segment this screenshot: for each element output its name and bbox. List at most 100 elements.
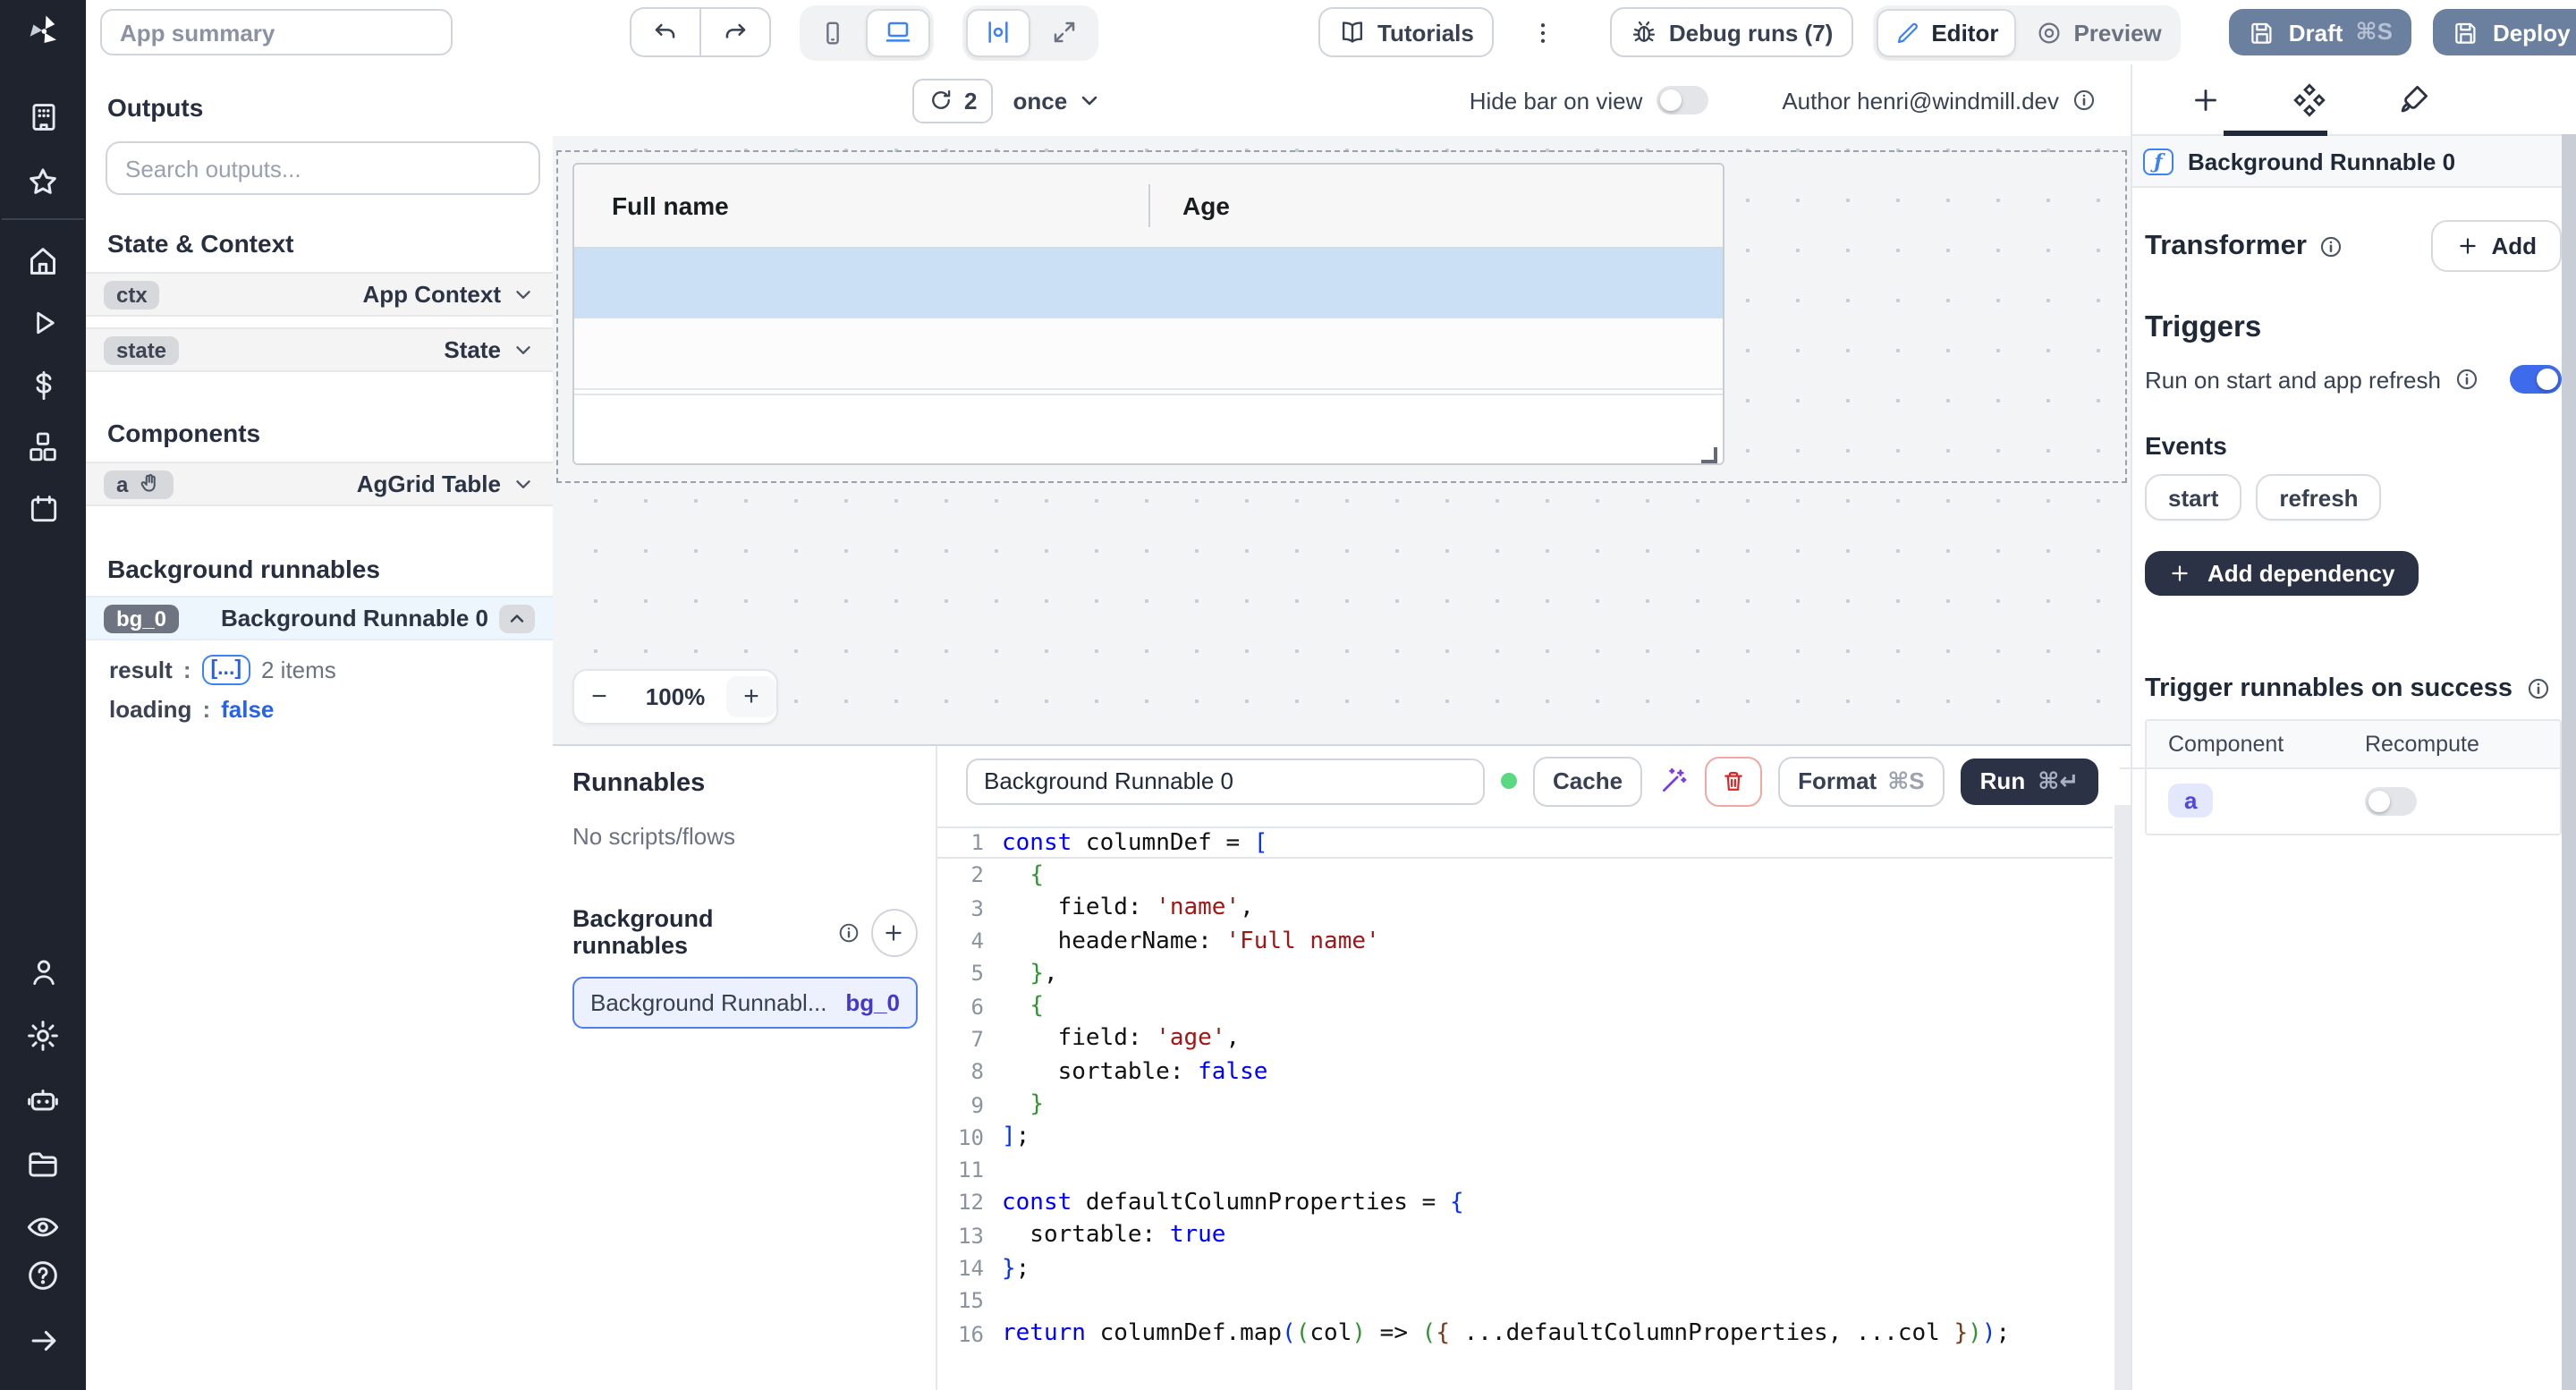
code-line[interactable]: 2 {: [937, 860, 2113, 893]
refresh-count-button[interactable]: 2: [912, 78, 993, 123]
runnable-name-input[interactable]: [966, 758, 1485, 804]
runnable-header-title: Background Runnable 0: [2188, 148, 2455, 174]
preview-icon: [2036, 19, 2063, 46]
column-divider[interactable]: [1148, 184, 1150, 227]
tab-component-settings[interactable]: [2258, 64, 2361, 134]
aggrid-table-component[interactable]: Full name Age: [572, 163, 1724, 465]
resources-cubes-icon[interactable]: [0, 423, 86, 470]
add-transformer-button[interactable]: Add: [2430, 220, 2562, 272]
help-icon[interactable]: [0, 1251, 86, 1299]
resize-handle[interactable]: [1701, 447, 1717, 463]
table-row-selected[interactable]: [574, 249, 1723, 318]
add-background-runnable-button[interactable]: [871, 908, 918, 956]
column-header-age[interactable]: Age: [1148, 165, 1230, 247]
settings-gear-icon[interactable]: [0, 1013, 86, 1060]
ctx-type-label: App Context: [362, 281, 501, 308]
code-line[interactable]: 9 }: [937, 1089, 2113, 1122]
recompute-toggle[interactable]: [2365, 787, 2417, 816]
desktop-view-button[interactable]: [866, 8, 930, 56]
search-outputs-input[interactable]: [106, 141, 540, 195]
result-property-row[interactable]: result : [...] 2 items: [86, 653, 553, 687]
add-dependency-button[interactable]: Add dependency: [2145, 551, 2419, 596]
windmill-logo-icon[interactable]: [0, 0, 86, 62]
code-line[interactable]: 1const columnDef = [: [937, 826, 2113, 860]
component-a-chip[interactable]: a: [2168, 784, 2213, 818]
undo-button[interactable]: [630, 7, 699, 57]
users-icon[interactable]: [0, 949, 86, 996]
home-icon[interactable]: [0, 237, 86, 284]
cache-button[interactable]: Cache: [1533, 756, 1642, 806]
editor-tab[interactable]: Editor: [1876, 8, 2016, 56]
code-line[interactable]: 14};: [937, 1252, 2113, 1285]
collapse-chevron-up-button[interactable]: [499, 604, 535, 632]
ctx-row[interactable]: ctx App Context: [86, 272, 553, 317]
ai-wand-icon[interactable]: [1658, 766, 1689, 796]
delete-runnable-button[interactable]: [1705, 756, 1762, 806]
deploy-button[interactable]: Deploy: [2434, 9, 2576, 55]
folders-icon[interactable]: [0, 1140, 86, 1188]
align-center-icon: [984, 18, 1013, 47]
app-canvas[interactable]: Full name Age − 100% +: [553, 136, 2131, 744]
ctx-badge: ctx: [104, 280, 160, 309]
app-summary-input[interactable]: [100, 9, 453, 55]
layout-toggle-group: [962, 4, 1098, 60]
tutorials-button[interactable]: Tutorials: [1318, 7, 1494, 57]
events-title: Events: [2145, 431, 2562, 460]
collapse-arrow-icon[interactable]: [0, 1318, 86, 1365]
chevron-down-icon: [512, 472, 535, 496]
table-row[interactable]: [574, 318, 1723, 390]
code-line[interactable]: 7 field: 'age',: [937, 1023, 2113, 1056]
code-line[interactable]: 6 {: [937, 990, 2113, 1023]
background-runnable-item[interactable]: Background Runnabl... bg_0: [572, 977, 918, 1029]
interval-dropdown[interactable]: once: [1013, 87, 1101, 114]
code-line[interactable]: 5 },: [937, 957, 2113, 990]
state-row[interactable]: state State: [86, 327, 553, 372]
favorites-star-icon[interactable]: [0, 159, 86, 207]
code-line[interactable]: 3 field: 'name',: [937, 892, 2113, 925]
schedules-calendar-icon[interactable]: [0, 486, 86, 533]
fullwidth-layout-button[interactable]: [1034, 10, 1095, 55]
tab-insert-component[interactable]: [2154, 64, 2258, 134]
preview-tab[interactable]: Preview: [2020, 10, 2177, 55]
bug-icon: [1630, 18, 1658, 47]
hide-bar-toggle[interactable]: [1657, 86, 1708, 114]
bg0-row[interactable]: bg_0 Background Runnable 0: [86, 596, 553, 640]
run-on-start-toggle[interactable]: [2510, 365, 2562, 394]
event-refresh-badge: refresh: [2256, 474, 2381, 521]
right-panel-scrollbar[interactable]: [2562, 134, 2576, 1390]
runs-icon[interactable]: [0, 300, 86, 347]
code-line[interactable]: 11: [937, 1154, 2113, 1187]
audit-eye-icon[interactable]: [0, 1204, 86, 1251]
redo-button[interactable]: [699, 7, 771, 57]
code-line[interactable]: 8 sortable: false: [937, 1055, 2113, 1089]
result-array-badge[interactable]: [...]: [202, 655, 251, 685]
more-menu-kebab-icon[interactable]: [1530, 19, 1556, 46]
center-layout-button[interactable]: [966, 8, 1030, 56]
component-a-row[interactable]: a AgGrid Table: [86, 462, 553, 506]
code-editor[interactable]: 1const columnDef = [2 {3 field: 'name',4…: [937, 816, 2113, 1390]
variables-dollar-icon[interactable]: [0, 361, 86, 409]
zoom-in-button[interactable]: +: [726, 676, 776, 717]
code-scrollbar[interactable]: [2114, 805, 2131, 1390]
table-header: Full name Age: [574, 165, 1723, 249]
debug-runs-button[interactable]: Debug runs (7): [1610, 7, 1852, 57]
run-on-start-label: Run on start and app refresh: [2145, 366, 2441, 393]
workers-robot-icon[interactable]: [0, 1076, 86, 1123]
code-line[interactable]: 12const defaultColumnProperties = {: [937, 1187, 2113, 1220]
code-line[interactable]: 16return columnDef.map((col) => ({ ...de…: [937, 1318, 2113, 1351]
workspace-icon[interactable]: [0, 94, 86, 141]
zoom-out-button[interactable]: −: [574, 676, 624, 717]
column-header-full-name[interactable]: Full name: [574, 165, 1148, 247]
format-button[interactable]: Format⌘S: [1778, 756, 1945, 806]
code-line[interactable]: 10];: [937, 1121, 2113, 1154]
code-line[interactable]: 15: [937, 1284, 2113, 1318]
draft-button[interactable]: Draft ⌘S: [2230, 9, 2412, 55]
mobile-view-button[interactable]: [803, 10, 862, 55]
run-button[interactable]: Run⌘↵: [1961, 758, 2098, 804]
undo-icon: [651, 18, 680, 47]
tab-styling[interactable]: [2361, 64, 2465, 134]
code-line[interactable]: 13 sortable: true: [937, 1219, 2113, 1252]
transformer-title: Transformer: [2145, 230, 2307, 262]
code-line[interactable]: 4 headerName: 'Full name': [937, 925, 2113, 958]
outputs-panel: Outputs State & Context ctx App Context …: [86, 64, 555, 1390]
